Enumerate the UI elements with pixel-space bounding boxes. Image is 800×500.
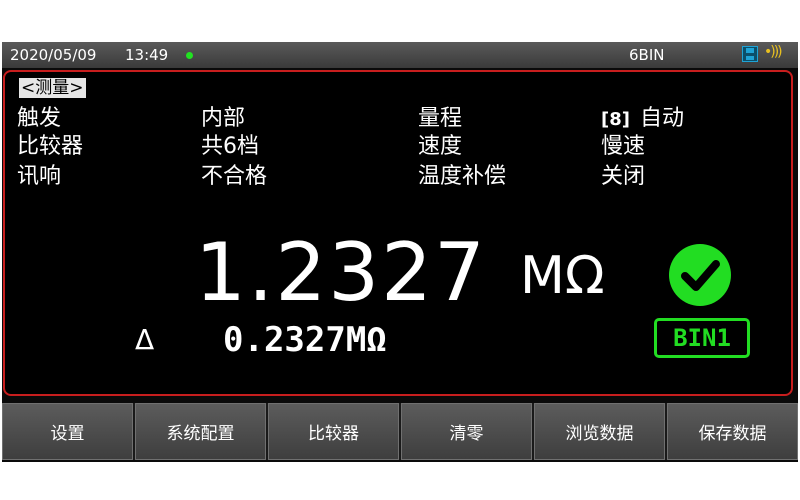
system-config-button[interactable]: 系统配置	[135, 403, 266, 460]
temp-comp-value[interactable]: 关闭	[601, 164, 645, 190]
measurement-panel: <测量> 触发 内部 量程 [8] 自动 比较器 共6档 速度 慢速 讯响 不合格…	[3, 70, 793, 396]
reading-unit: MΩ	[520, 246, 605, 306]
speed-value[interactable]: 慢速	[601, 134, 645, 160]
delta-value: 0.2327MΩ	[223, 320, 387, 360]
speed-label: 速度	[418, 134, 463, 159]
bin-count-label: 6BIN	[629, 46, 665, 64]
comparator-label: 比较器	[17, 134, 84, 159]
comparator-button[interactable]: 比较器	[268, 403, 399, 460]
bin-result-badge: BIN1	[654, 318, 750, 358]
mode-label[interactable]: <测量>	[19, 78, 86, 98]
trigger-label: 触发	[17, 106, 62, 131]
status-date: 2020/05/09	[10, 46, 97, 64]
zero-button[interactable]: 清零	[401, 403, 532, 460]
comparator-value[interactable]: 共6档	[201, 134, 259, 160]
sound-icon: •)))	[764, 44, 783, 60]
status-time: 13:49	[125, 46, 169, 64]
range-label: 量程	[418, 106, 463, 131]
check-circle-icon	[669, 244, 731, 306]
save-data-button[interactable]: 保存数据	[667, 403, 798, 460]
settings-button[interactable]: 设置	[2, 403, 133, 460]
range-index: [8]	[601, 109, 630, 130]
browse-data-button[interactable]: 浏览数据	[534, 403, 665, 460]
range-value-group[interactable]: [8] 自动	[601, 106, 684, 133]
trigger-value[interactable]: 内部	[201, 106, 245, 132]
temp-comp-label: 温度补偿	[418, 164, 507, 189]
status-dot-icon	[186, 52, 193, 59]
softkey-bar: 设置 系统配置 比较器 清零 浏览数据 保存数据	[2, 403, 798, 460]
beep-value[interactable]: 不合格	[201, 164, 267, 190]
range-value: 自动	[639, 106, 684, 131]
save-icon	[742, 46, 758, 62]
status-bar: 2020/05/09 13:49 6BIN •)))	[2, 42, 798, 68]
beep-label: 讯响	[17, 164, 62, 189]
delta-symbol: Δ	[135, 323, 155, 356]
main-reading: 1.2327	[195, 226, 487, 319]
